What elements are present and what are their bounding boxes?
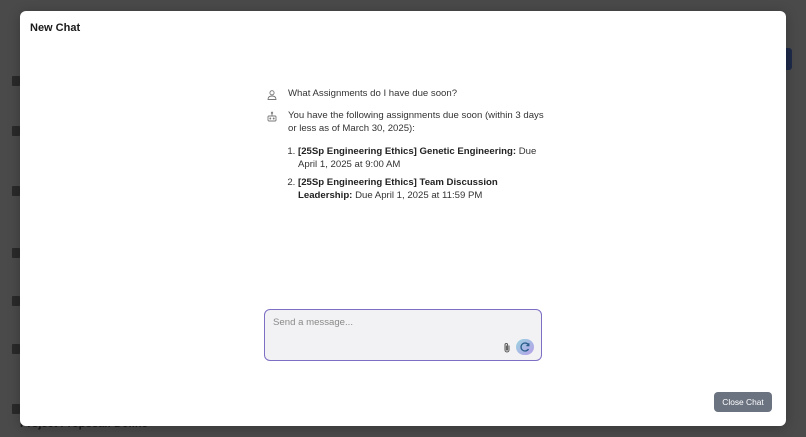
user-message-text: What Assignments do I have due soon? [288,88,458,99]
message-input[interactable] [273,317,493,328]
assignment-title: [25Sp Engineering Ethics] Genetic Engine… [298,146,517,157]
background-item [12,248,20,258]
background-item [12,76,20,86]
assistant-icon [266,111,278,123]
assignment-list: [25Sp Engineering Ethics] Genetic Engine… [288,145,544,202]
assistant-intro-text: You have the following assignments due s… [288,110,544,134]
modal-title: New Chat [30,22,81,34]
assistant-message: You have the following assignments due s… [266,109,544,135]
user-message: What Assignments do I have due soon? [266,87,544,101]
background-item [12,126,20,136]
assistant-message-body: [25Sp Engineering Ethics] Genetic Engine… [288,145,544,202]
list-item: [25Sp Engineering Ethics] Genetic Engine… [298,145,544,171]
send-icon[interactable] [516,339,534,355]
background-item [12,404,20,414]
paperclip-icon[interactable] [501,341,513,353]
background-item [12,296,20,306]
assignment-due: Due April 1, 2025 at 11:59 PM [355,190,483,201]
close-chat-button[interactable]: Close Chat [714,392,772,412]
message-composer [264,309,542,361]
background-item [12,344,20,354]
background-item [12,186,20,196]
chat-modal: New Chat What Assignments do I have due … [20,11,786,426]
chat-conversation: What Assignments do I have due soon? You… [266,87,544,207]
user-icon [266,89,278,101]
list-item: [25Sp Engineering Ethics] Team Discussio… [298,176,544,202]
